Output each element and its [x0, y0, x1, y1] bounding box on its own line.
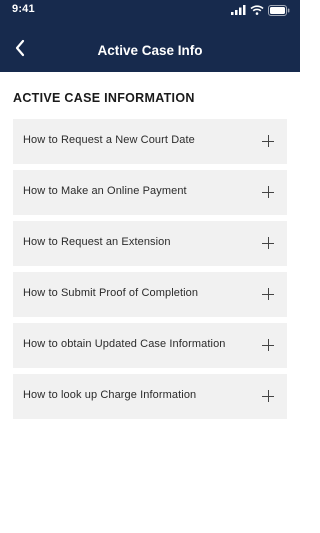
accordion-item-label: How to Request an Extension [23, 236, 171, 248]
plus-icon[interactable] [262, 288, 274, 300]
accordion-item-label: How to Submit Proof of Completion [23, 287, 199, 299]
wifi-icon [250, 5, 264, 15]
app-header: 9:41 Active Case Info [0, 0, 300, 72]
plus-icon[interactable] [262, 339, 274, 351]
status-icons [231, 4, 290, 16]
accordion-item-label: How to Request a New Court Date [23, 134, 195, 146]
plus-icon[interactable] [262, 237, 274, 249]
accordion-item-label: How to Make an Online Payment [23, 185, 187, 197]
battery-icon [268, 4, 290, 16]
accordion-item-proof-of-completion[interactable]: How to Submit Proof of Completion [13, 272, 287, 317]
plus-icon[interactable] [262, 186, 274, 198]
plus-icon[interactable] [262, 135, 274, 147]
status-time: 9:41 [12, 3, 35, 15]
signal-icon [231, 5, 246, 15]
accordion-item-request-court-date[interactable]: How to Request a New Court Date [13, 119, 287, 164]
accordion-item-label: How to obtain Updated Case Information [23, 338, 226, 350]
status-bar: 9:41 [0, 0, 300, 20]
accordion-item-request-extension[interactable]: How to Request an Extension [13, 221, 287, 266]
page-title: Active Case Info [97, 43, 203, 58]
section-title: ACTIVE CASE INFORMATION [13, 91, 195, 105]
plus-icon[interactable] [262, 390, 274, 402]
accordion-item-label: How to look up Charge Information [23, 389, 197, 401]
accordion-item-online-payment[interactable]: How to Make an Online Payment [13, 170, 287, 215]
accordion-item-charge-info[interactable]: How to look up Charge Information [13, 374, 287, 419]
accordion-item-updated-case-info[interactable]: How to obtain Updated Case Information [13, 323, 287, 368]
accordion-list: How to Request a New Court Date How to M… [13, 119, 287, 425]
nav-bar: Active Case Info [0, 30, 300, 72]
